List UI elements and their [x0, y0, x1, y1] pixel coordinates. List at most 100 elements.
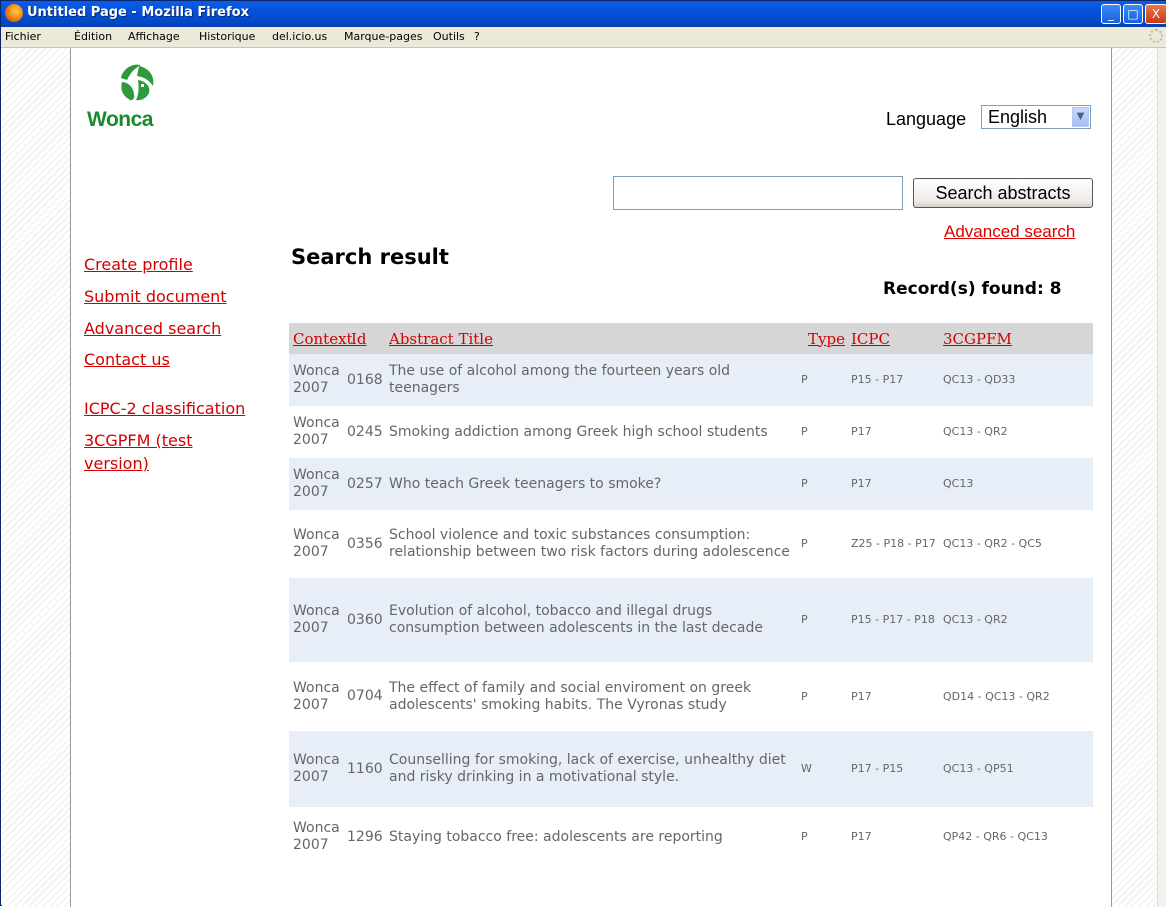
cell-title[interactable]: School violence and toxic substances con…	[385, 510, 797, 578]
menu-fichier[interactable]: Fichier	[5, 30, 41, 43]
menu-edition[interactable]: Édition	[74, 30, 112, 43]
logo-text: Wonca	[87, 108, 153, 131]
table-row[interactable]: Wonca 2007 0168 The use of alcohol among…	[289, 354, 1093, 406]
page-title: Search result	[291, 245, 449, 269]
submit-document-link[interactable]: Submit document	[84, 287, 227, 306]
cell-type: P	[797, 406, 847, 458]
cell-type: P	[797, 510, 847, 578]
cell-3cgpfm: QC13 - QD33	[939, 354, 1093, 406]
cell-title[interactable]: The use of alcohol among the fourteen ye…	[385, 354, 797, 406]
cell-type: P	[797, 578, 847, 662]
cell-id: 0356	[347, 510, 385, 578]
create-profile-link[interactable]: Create profile	[84, 255, 193, 274]
cell-title[interactable]: The effect of family and social envirome…	[385, 662, 797, 731]
cell-3cgpfm: QC13 - QP51	[939, 731, 1093, 807]
cell-context: Wonca 2007	[289, 354, 347, 406]
vertical-scrollbar[interactable]	[1157, 48, 1166, 907]
cell-icpc: P17 - P15	[847, 731, 939, 807]
cell-type: P	[797, 354, 847, 406]
table-row[interactable]: Wonca 2007 0704 The effect of family and…	[289, 662, 1093, 731]
table-row[interactable]: Wonca 2007 1296 Staying tobacco free: ad…	[289, 807, 1093, 867]
table-header-row: Context Id Abstract Title Type ICPC 3CGP…	[289, 323, 1093, 354]
cell-title[interactable]: Counselling for smoking, lack of exercis…	[385, 731, 797, 807]
cell-3cgpfm: QC13 - QR2	[939, 578, 1093, 662]
sidebar-advanced-search-link[interactable]: Advanced search	[84, 319, 221, 338]
cell-3cgpfm: QC13 - QR2	[939, 406, 1093, 458]
cell-id: 0245	[347, 406, 385, 458]
language-value: English	[988, 107, 1048, 127]
cell-type: W	[797, 731, 847, 807]
table-row[interactable]: Wonca 2007 0257 Who teach Greek teenager…	[289, 458, 1093, 510]
icpc2-classification-link[interactable]: ICPC-2 classification	[84, 399, 245, 418]
page-viewport: Wonca Language English ▼ Search abstract…	[2, 48, 1157, 907]
results-table: Context Id Abstract Title Type ICPC 3CGP…	[289, 323, 1093, 867]
cell-id: 1296	[347, 807, 385, 867]
firefox-icon	[5, 4, 23, 22]
table-row[interactable]: Wonca 2007 0360 Evolution of alcohol, to…	[289, 578, 1093, 662]
column-id[interactable]: Id	[347, 323, 385, 354]
column-context[interactable]: Context	[289, 323, 353, 354]
language-label: Language	[886, 109, 967, 129]
throbber-icon	[1149, 29, 1163, 43]
cell-id: 0360	[347, 578, 385, 662]
cell-3cgpfm: QD14 - QC13 - QR2	[939, 662, 1093, 731]
cell-context: Wonca 2007	[289, 458, 347, 510]
column-3cgpfm[interactable]: 3CGPFM	[939, 323, 1093, 354]
cell-type: P	[797, 458, 847, 510]
cell-icpc: P15 - P17 - P18	[847, 578, 939, 662]
menu-bar: Fichier Édition Affichage Historique del…	[1, 27, 1166, 48]
chevron-down-icon[interactable]: ▼	[1072, 107, 1089, 127]
cell-icpc: P15 - P17	[847, 354, 939, 406]
contact-us-link[interactable]: Contact us	[84, 350, 170, 369]
cell-title[interactable]: Smoking addiction among Greek high schoo…	[385, 406, 797, 458]
maximize-button[interactable]: □	[1123, 4, 1143, 24]
menu-historique[interactable]: Historique	[199, 30, 255, 43]
cell-3cgpfm: QP42 - QR6 - QC13	[939, 807, 1093, 867]
table-row[interactable]: Wonca 2007 1160 Counselling for smoking,…	[289, 731, 1093, 807]
cell-type: P	[797, 807, 847, 867]
menu-help[interactable]: ?	[474, 30, 480, 43]
search-input[interactable]	[613, 176, 903, 210]
cell-type: P	[797, 662, 847, 731]
cell-icpc: P17	[847, 807, 939, 867]
3cgpfm-link[interactable]: 3CGPFM (test	[84, 431, 192, 450]
cell-title[interactable]: Staying tobacco free: adolescents are re…	[385, 807, 797, 867]
column-type[interactable]: Type	[797, 323, 847, 354]
cell-icpc: P17	[847, 406, 939, 458]
menu-outils[interactable]: Outils	[433, 30, 465, 43]
cell-context: Wonca 2007	[289, 578, 347, 662]
cell-title[interactable]: Evolution of alcohol, tobacco and illega…	[385, 578, 797, 662]
wonca-logo[interactable]: Wonca	[87, 60, 197, 131]
title-bar: Untitled Page - Mozilla Firefox _ □ X	[1, 1, 1166, 27]
cell-context: Wonca 2007	[289, 662, 347, 731]
cell-id: 0704	[347, 662, 385, 731]
minimize-button[interactable]: _	[1101, 4, 1121, 24]
search-abstracts-button[interactable]: Search abstracts	[913, 178, 1093, 208]
cell-context: Wonca 2007	[289, 510, 347, 578]
menu-affichage[interactable]: Affichage	[128, 30, 180, 43]
cell-icpc: P17	[847, 662, 939, 731]
cell-id: 0168	[347, 354, 385, 406]
3cgpfm-link-line2[interactable]: version)	[84, 454, 149, 473]
cell-3cgpfm: QC13	[939, 458, 1093, 510]
page-content: Wonca Language English ▼ Search abstract…	[70, 48, 1112, 907]
cell-title[interactable]: Who teach Greek teenagers to smoke?	[385, 458, 797, 510]
menu-delicious[interactable]: del.icio.us	[272, 30, 327, 43]
cell-id: 1160	[347, 731, 385, 807]
globe-logo-icon	[118, 64, 154, 101]
browser-window: Untitled Page - Mozilla Firefox _ □ X Fi…	[0, 0, 1166, 907]
cell-icpc: Z25 - P18 - P17	[847, 510, 939, 578]
cell-context: Wonca 2007	[289, 731, 347, 807]
advanced-search-link[interactable]: Advanced search	[944, 222, 1075, 242]
table-row[interactable]: Wonca 2007 0356 School violence and toxi…	[289, 510, 1093, 578]
menu-marque-pages[interactable]: Marque-pages	[344, 30, 422, 43]
close-button[interactable]: X	[1145, 4, 1166, 24]
cell-id: 0257	[347, 458, 385, 510]
window-title: Untitled Page - Mozilla Firefox	[27, 5, 249, 20]
table-row[interactable]: Wonca 2007 0245 Smoking addiction among …	[289, 406, 1093, 458]
cell-context: Wonca 2007	[289, 807, 347, 867]
cell-context: Wonca 2007	[289, 406, 347, 458]
language-select[interactable]: English ▼	[981, 105, 1091, 129]
column-icpc[interactable]: ICPC	[847, 323, 939, 354]
column-abstract-title[interactable]: Abstract Title	[385, 323, 797, 354]
